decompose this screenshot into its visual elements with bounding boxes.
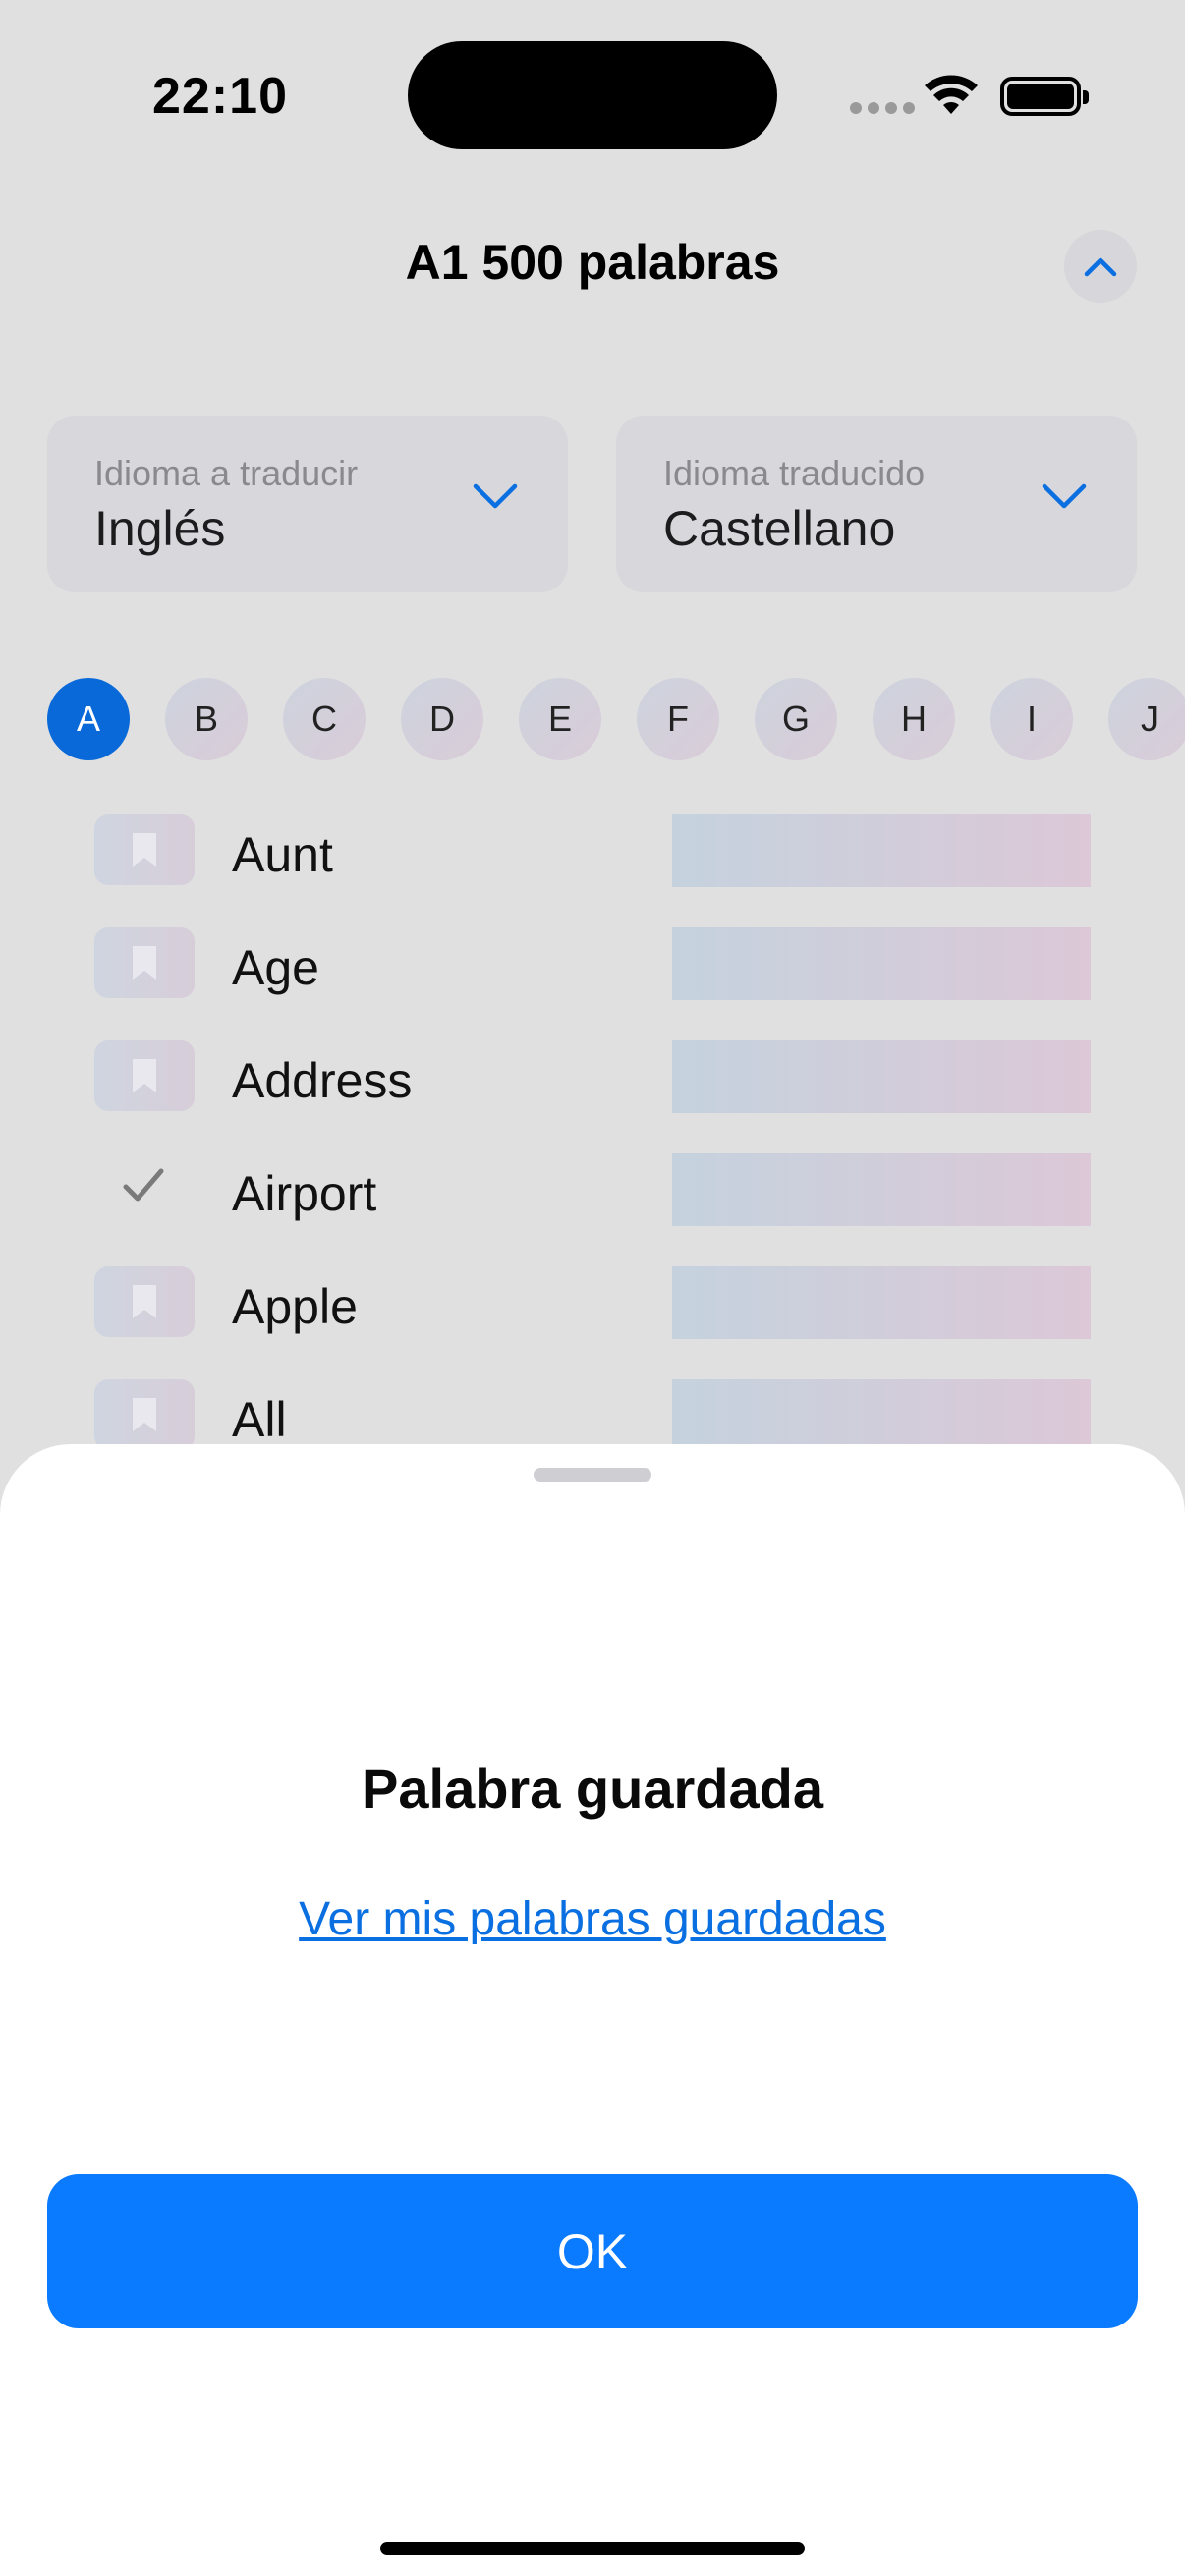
word-row: All [94,1379,1091,1454]
ok-button[interactable]: OK [47,2174,1138,2328]
bookmark-icon [133,1398,156,1431]
checkmark-icon [123,1168,164,1202]
word-text: Apple [232,1279,358,1334]
word-text: Address [232,1053,413,1108]
page-title: A1 500 palabras [405,235,780,290]
translation-reveal[interactable] [672,927,1091,1000]
word-row: Airport [94,1153,1091,1228]
bookmark-button[interactable] [94,927,195,998]
target-language-label: Idioma traducido [663,453,926,493]
letter-filter: ABCDEFGHIJ [47,678,1185,760]
translation-reveal[interactable] [672,1379,1091,1452]
bookmark-button[interactable] [94,814,195,885]
chevron-down-icon [1042,483,1087,509]
target-language-value: Castellano [663,501,896,556]
word-text: Aunt [232,827,333,882]
translation-reveal[interactable] [672,814,1091,887]
view-saved-words-link[interactable]: Ver mis palabras guardadas [0,1892,1185,1946]
cellular-signal-icon [850,102,915,114]
word-row: Address [94,1040,1091,1115]
target-language-select[interactable]: Idioma traducido Castellano [616,416,1137,592]
chevron-down-icon [473,483,518,509]
source-language-value: Inglés [94,501,226,556]
home-indicator [380,2542,805,2555]
translation-reveal[interactable] [672,1153,1091,1226]
bookmark-button[interactable] [94,1379,195,1450]
sheet-grabber[interactable] [534,1468,651,1482]
battery-icon [1000,77,1089,116]
word-text: Age [232,940,319,995]
letter-h[interactable]: H [873,678,955,760]
bookmark-icon [133,946,156,980]
letter-a[interactable]: A [47,678,130,760]
letter-d[interactable]: D [401,678,483,760]
bookmark-icon [133,833,156,867]
letter-b[interactable]: B [165,678,248,760]
letter-g[interactable]: G [755,678,837,760]
bookmark-button[interactable] [94,1266,195,1337]
bookmark-icon [133,1059,156,1092]
collapse-button[interactable] [1064,230,1137,303]
letter-f[interactable]: F [637,678,719,760]
word-text: Airport [232,1166,377,1221]
word-row: Apple [94,1266,1091,1341]
word-row: Aunt [94,814,1091,889]
status-time: 22:10 [152,68,288,125]
saved-word-sheet: Palabra guardada Ver mis palabras guarda… [0,1444,1185,2576]
status-bar: 22:10 [0,0,1185,196]
bookmark-button[interactable] [94,1040,195,1111]
saved-indicator [122,1165,165,1209]
chevron-up-icon [1084,257,1117,277]
dynamic-island [408,41,777,149]
wifi-icon [925,75,978,114]
sheet-title: Palabra guardada [362,1758,823,1820]
word-row: Age [94,927,1091,1002]
translation-reveal[interactable] [672,1040,1091,1113]
translation-reveal[interactable] [672,1266,1091,1339]
letter-j[interactable]: J [1108,678,1185,760]
letter-i[interactable]: I [990,678,1073,760]
source-language-label: Idioma a traducir [94,453,359,493]
bookmark-icon [133,1285,156,1318]
word-text: All [232,1392,287,1447]
source-language-select[interactable]: Idioma a traducir Inglés [47,416,568,592]
letter-c[interactable]: C [283,678,366,760]
letter-e[interactable]: E [519,678,601,760]
